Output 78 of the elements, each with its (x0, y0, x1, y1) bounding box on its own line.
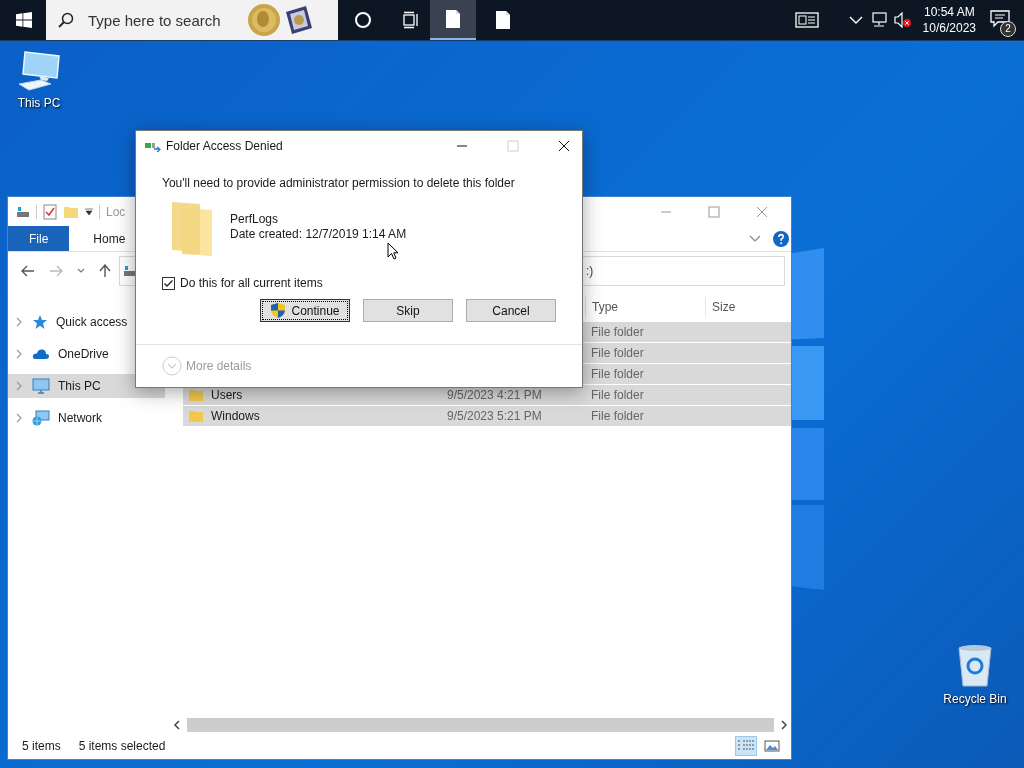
scrollbar-thumb[interactable] (187, 718, 774, 732)
shield-icon (270, 302, 287, 319)
properties-icon[interactable] (43, 203, 57, 220)
desktop-icon[interactable]: Recycle Bin (938, 642, 1012, 706)
selection-count: 5 items selected (78, 739, 166, 753)
monitor-icon (32, 378, 50, 394)
expand-ribbon-icon[interactable] (749, 234, 761, 243)
expand-chevron-icon (16, 349, 22, 359)
search-icon (58, 12, 74, 28)
clock-time: 10:54 AM (923, 4, 975, 20)
dialog-button[interactable]: Skip (363, 299, 453, 322)
date-modified: 9/5/2023 5:21 PM (446, 409, 542, 423)
file-type: File folder (590, 367, 644, 381)
column-header[interactable]: Size (705, 297, 781, 317)
expand-chevron-icon (16, 381, 22, 391)
network-icon[interactable] (869, 12, 888, 28)
cursor-icon (387, 242, 399, 260)
news-icon[interactable] (794, 11, 819, 29)
folder-icon (189, 410, 203, 422)
sidebar-item[interactable]: Network (8, 406, 165, 430)
recent-locations-icon[interactable] (77, 268, 85, 274)
file-type: File folder (590, 346, 644, 360)
recycle-bin-icon (955, 642, 995, 688)
file-name: Windows (211, 409, 260, 423)
window-title: Loc (106, 204, 126, 219)
move-folder-icon (145, 140, 161, 152)
document-icon (445, 9, 461, 29)
dialog-title: Folder Access Denied (166, 139, 283, 153)
back-icon[interactable] (21, 265, 35, 277)
scroll-right-icon[interactable] (780, 720, 788, 730)
file-name: Users (211, 388, 243, 402)
search-field[interactable]: Type here to search (86, 10, 240, 30)
dialog-button[interactable]: Cancel (466, 299, 556, 322)
dialog-message: You'll need to provide administrator permission to delete this folder (162, 176, 516, 190)
file-type: File folder (590, 409, 644, 423)
network-icon (32, 410, 50, 426)
close-icon[interactable] (558, 140, 570, 152)
file-type: File folder (590, 388, 644, 402)
cortana-circle-icon[interactable] (354, 11, 372, 29)
volume-icon[interactable] (893, 12, 912, 28)
expand-chevron-icon (16, 413, 22, 423)
column-header[interactable]: Type (585, 297, 705, 317)
ribbon-tab[interactable]: File (8, 226, 70, 251)
taskbar-app[interactable] (430, 0, 476, 40)
file-row[interactable]: Windows 9/5/2023 5:21 PM File folder (183, 406, 791, 426)
notification-count: 2 (1000, 20, 1016, 37)
windows-start-icon[interactable] (16, 12, 32, 28)
file-type: File folder (590, 325, 644, 339)
search-bar[interactable]: Type here to search (46, 0, 338, 40)
expand-chevron-icon (16, 317, 22, 327)
sidebar-item[interactable]: Quick access (8, 310, 165, 334)
task-view-icon[interactable] (402, 11, 420, 29)
desktop-icon-label: This PC (17, 96, 61, 110)
chevron-icon[interactable] (848, 15, 863, 25)
clock-date: 10/6/2023 (922, 20, 976, 36)
expand-circle-icon (162, 356, 182, 376)
sidebar-item[interactable]: OneDrive (8, 342, 165, 366)
clock[interactable]: 10:54 AM 10/6/2023 (922, 4, 976, 36)
maximize-icon (507, 140, 519, 152)
dropdown-icon[interactable] (85, 207, 93, 216)
apply-all-checkbox[interactable]: Do this for all current items (162, 276, 556, 290)
folder-name: PerfLogs (230, 212, 280, 227)
folder-icon (170, 200, 214, 258)
continue-button[interactable]: Continue (260, 299, 350, 322)
help-icon[interactable] (773, 230, 789, 247)
item-count: 5 items (22, 739, 61, 753)
up-icon[interactable] (99, 264, 111, 278)
desktop-icon-label: Recycle Bin (943, 692, 1007, 706)
ribbon-tab[interactable]: Home (79, 226, 140, 251)
date-modified: 9/5/2023 4:21 PM (446, 388, 542, 402)
desktop-icon[interactable]: This PC (2, 50, 76, 110)
computer-icon (17, 50, 61, 92)
star-icon (32, 314, 48, 330)
drive-icon[interactable] (16, 205, 30, 218)
date-created: Date created: 12/7/2019 1:14 AM (230, 227, 407, 242)
cloud-icon (32, 348, 50, 360)
document-icon (495, 10, 511, 30)
scroll-left-icon[interactable] (173, 720, 181, 730)
